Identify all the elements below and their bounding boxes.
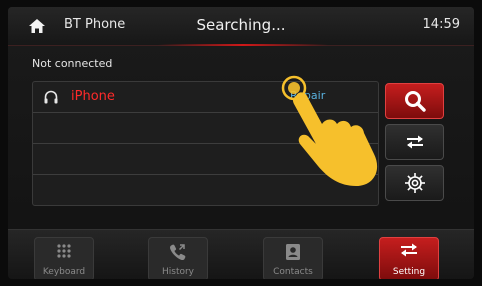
tab-setting[interactable]: Setting	[379, 237, 439, 279]
tab-label: Contacts	[273, 267, 313, 277]
tab-keyboard[interactable]: Keyboard	[34, 237, 94, 279]
gear-icon	[404, 173, 425, 193]
header-bar: BT Phone Searching... 14:59	[8, 7, 474, 46]
keypad-icon	[57, 244, 71, 258]
phone-history-icon	[170, 244, 186, 260]
search-button[interactable]	[385, 83, 444, 119]
tab-label: Setting	[392, 267, 426, 277]
contacts-icon	[286, 244, 300, 260]
header-accent-line	[158, 44, 328, 46]
bottom-tab-bar: Keyboard History Contacts Setting	[8, 229, 474, 279]
device-name: iPhone	[71, 89, 115, 104]
swap-button[interactable]	[385, 124, 444, 160]
headphones-icon	[44, 90, 58, 104]
search-icon	[404, 91, 426, 112]
clock: 14:59	[422, 17, 460, 32]
bt-phone-screen: BT Phone Searching... 14:59 Not connecte…	[8, 7, 474, 279]
tab-contacts[interactable]: Contacts	[263, 237, 323, 279]
search-status: Searching...	[196, 16, 286, 34]
tab-label: Keyboard	[42, 267, 86, 277]
swap-arrows-icon	[401, 243, 417, 257]
connection-status: Not connected	[32, 57, 113, 70]
tab-history[interactable]: History	[148, 237, 208, 279]
settings-button[interactable]	[385, 165, 444, 201]
swap-arrows-icon	[406, 135, 423, 149]
pointing-hand-icon	[281, 75, 378, 186]
tab-label: History	[161, 267, 195, 277]
